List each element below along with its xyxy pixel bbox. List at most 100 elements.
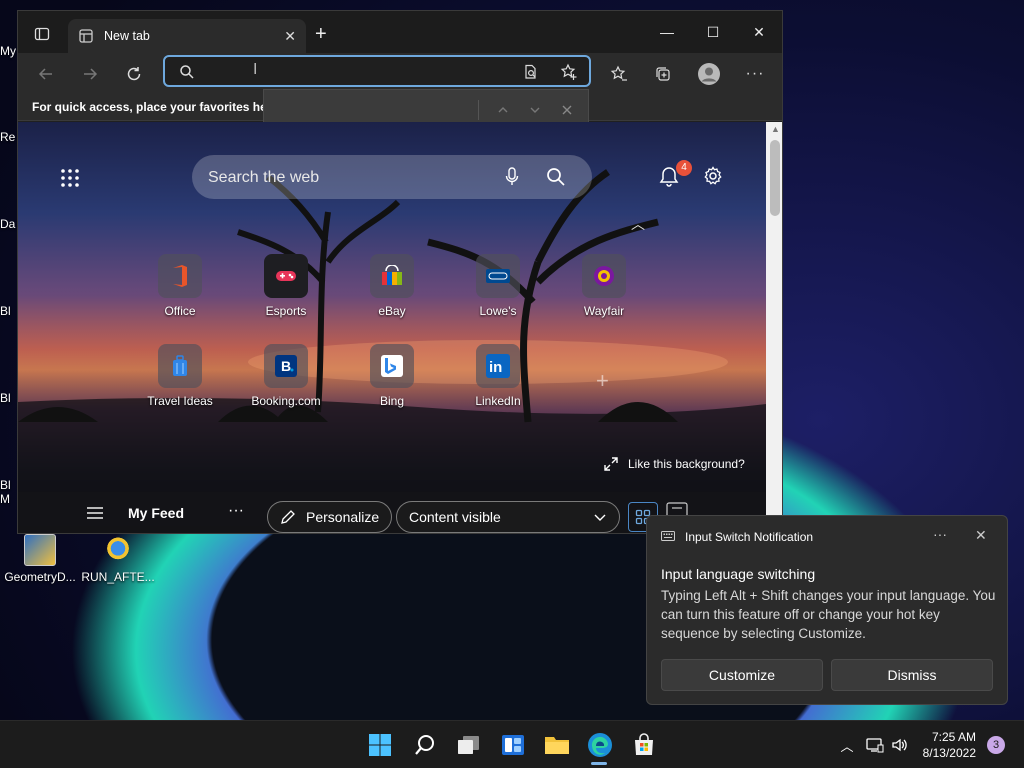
quick-link-tile[interactable]: Bing	[337, 344, 447, 408]
desktop-icon-geometry[interactable]: GeometryD...	[0, 534, 80, 584]
add-favorite-button[interactable]	[557, 61, 581, 83]
quick-link-tile[interactable]: in LinkedIn	[443, 344, 553, 408]
customize-button[interactable]: Customize	[661, 659, 823, 691]
tab-close-icon[interactable]: ✕	[284, 28, 296, 45]
dismiss-button[interactable]: Dismiss	[831, 659, 993, 691]
find-close-button[interactable]	[556, 99, 578, 121]
search-icon[interactable]	[546, 167, 566, 187]
desktop-label: Bl	[0, 391, 11, 405]
quick-link-label: Bing	[379, 394, 405, 408]
browser-window: New tab ✕ + — ☐ ✕ I ··· For quick access…	[17, 10, 783, 534]
notification-body: Typing Left Alt + Shift changes your inp…	[661, 588, 996, 641]
desktop-label: M	[0, 492, 10, 506]
forward-button[interactable]	[77, 61, 103, 87]
volume-icon[interactable]	[890, 735, 910, 755]
like-background-link[interactable]: Like this background?	[604, 457, 745, 471]
chevron-down-icon	[594, 514, 606, 521]
quick-link-tile[interactable]: Esports	[231, 254, 341, 318]
window-controls: — ☐ ✕	[644, 11, 782, 53]
tab-actions-icon	[34, 27, 50, 41]
quick-link-tile[interactable]: Lowe's	[443, 254, 553, 318]
maximize-button[interactable]: ☐	[690, 11, 736, 53]
divider	[478, 100, 479, 120]
notification-close-button[interactable]: ✕	[975, 527, 987, 544]
search-icon	[180, 65, 194, 79]
desktop-icon-label: RUN_AFTE...	[81, 570, 155, 584]
profile-button[interactable]	[696, 61, 722, 87]
system-clock[interactable]: 7:25 AM 8/13/2022	[920, 729, 976, 761]
taskbar-search-button[interactable]	[411, 731, 439, 759]
favorites-button[interactable]	[606, 61, 632, 87]
file-explorer-button[interactable]	[543, 731, 571, 759]
tray-overflow-chevron-icon[interactable]: ︿	[837, 735, 857, 755]
notification-more-button[interactable]: ···	[933, 526, 947, 542]
scrollbar-thumb[interactable]	[770, 140, 780, 216]
file-explorer-icon	[545, 737, 569, 754]
tab-actions-button[interactable]	[28, 23, 56, 45]
minimize-button[interactable]: —	[644, 11, 690, 53]
address-bar[interactable]: I	[163, 55, 591, 87]
collapse-chevron-icon[interactable]: ︿	[631, 214, 645, 234]
desktop-label: Bl	[0, 478, 11, 492]
apps-launcher-button[interactable]	[60, 168, 80, 188]
quick-link-label: Esports	[265, 304, 307, 318]
collections-button[interactable]	[650, 61, 676, 87]
start-icon	[369, 734, 391, 756]
content-visibility-dropdown[interactable]: Content visible	[396, 501, 620, 533]
new-tab-button[interactable]: +	[315, 24, 327, 44]
quick-link-tile[interactable]: B Booking.com	[231, 344, 341, 408]
task-view-button[interactable]	[455, 731, 483, 759]
quick-link-tile[interactable]: Travel Ideas	[125, 344, 235, 408]
quick-link-label: Office	[164, 304, 196, 318]
desktop-label: Bl	[0, 304, 11, 318]
network-icon[interactable]	[865, 735, 885, 755]
read-aloud-button[interactable]	[519, 61, 543, 83]
travel-icon	[158, 344, 202, 388]
expand-arrows-icon	[604, 457, 618, 471]
keyboard-icon	[661, 531, 675, 541]
chevron-down-icon	[530, 107, 540, 113]
add-quick-link-button[interactable]: +	[596, 368, 609, 394]
gear-icon[interactable]	[702, 165, 724, 187]
collections-icon	[656, 67, 670, 81]
text-cursor-icon: I	[253, 61, 258, 78]
widgets-button[interactable]	[499, 731, 527, 759]
store-button[interactable]	[630, 731, 658, 759]
desktop-icon-run-after[interactable]: RUN_AFTE...	[78, 534, 158, 584]
desktop-icon-label: GeometryD...	[4, 570, 76, 584]
find-next-button[interactable]	[524, 99, 546, 121]
quick-link-tile[interactable]: Wayfair	[549, 254, 659, 318]
avatar-icon	[698, 63, 720, 85]
like-background-label: Like this background?	[628, 457, 745, 471]
close-icon	[562, 105, 572, 115]
web-search-box[interactable]: Search the web	[192, 155, 592, 199]
settings-more-button[interactable]: ···	[742, 61, 768, 87]
quick-link-label: Booking.com	[251, 394, 321, 408]
close-window-button[interactable]: ✕	[736, 11, 782, 53]
clock-time: 7:25 AM	[931, 730, 976, 744]
svg-text:B: B	[281, 358, 291, 374]
microphone-icon[interactable]	[504, 167, 520, 187]
back-button[interactable]	[33, 61, 59, 87]
hamburger-menu-icon[interactable]	[86, 506, 104, 520]
office-icon	[158, 254, 202, 298]
store-icon	[635, 733, 653, 755]
feed-more-button[interactable]: ···	[228, 502, 244, 520]
notification-count-badge: 4	[676, 160, 692, 176]
notification-center-badge[interactable]: 3	[987, 736, 1005, 754]
feed-title[interactable]: My Feed	[128, 505, 184, 521]
quick-link-tile[interactable]: eBay	[337, 254, 447, 318]
page-scrollbar[interactable]: ▲	[766, 122, 782, 533]
apps-grid-icon	[61, 169, 79, 187]
scroll-up-icon[interactable]: ▲	[771, 124, 780, 134]
tab-strip: New tab ✕ + — ☐ ✕	[18, 11, 782, 53]
edge-taskbar-button[interactable]	[586, 731, 614, 759]
quick-link-tile[interactable]: Office	[125, 254, 235, 318]
find-previous-button[interactable]	[492, 99, 514, 121]
start-button[interactable]	[366, 731, 394, 759]
tab-new-tab[interactable]: New tab ✕	[68, 19, 306, 53]
edge-icon	[588, 733, 612, 757]
forward-arrow-icon	[84, 68, 98, 80]
refresh-button[interactable]	[121, 61, 147, 87]
personalize-button[interactable]: Personalize	[267, 501, 393, 533]
